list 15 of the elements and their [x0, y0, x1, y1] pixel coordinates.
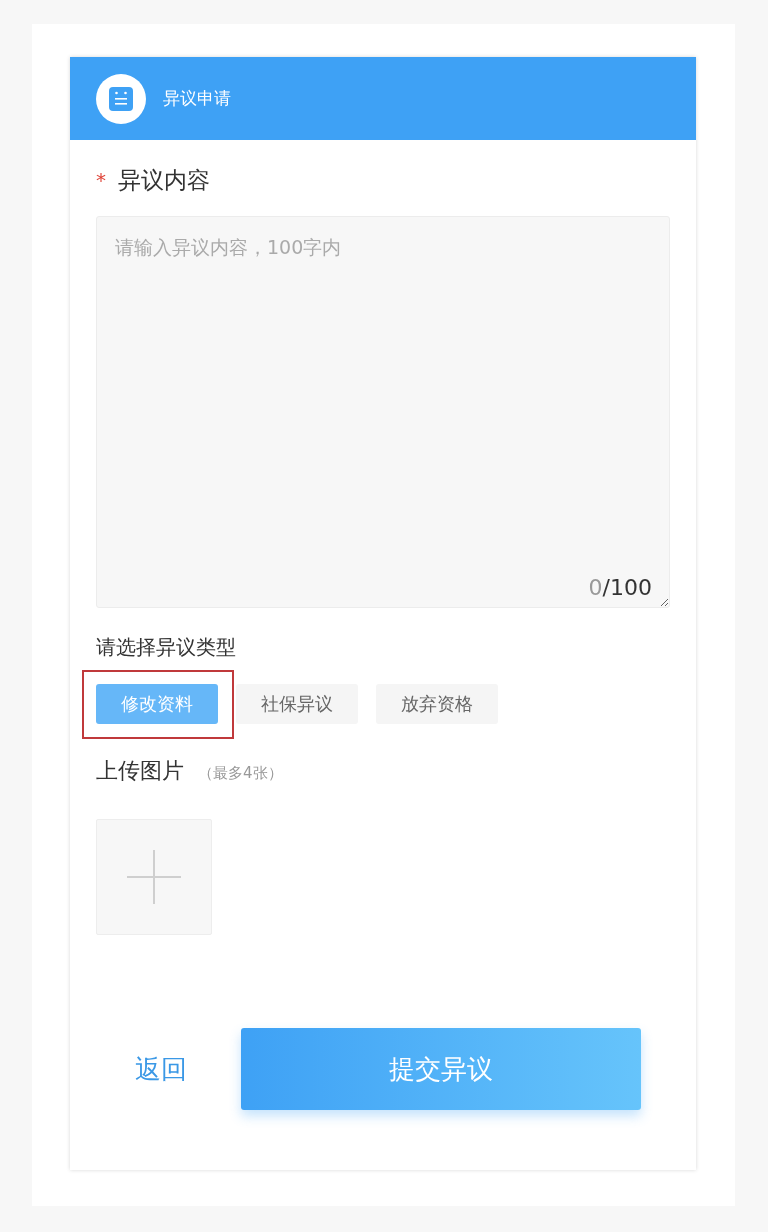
header-title: 异议申请 — [163, 87, 231, 110]
character-counter: 0/100 — [588, 574, 652, 602]
type-option[interactable]: 放弃资格 — [376, 684, 498, 724]
plus-icon — [127, 850, 181, 904]
type-option[interactable]: 社保异议 — [236, 684, 358, 724]
content-label: 异议内容 — [118, 166, 210, 195]
document-icon — [96, 73, 146, 124]
type-option[interactable]: 修改资料 — [96, 684, 218, 724]
upload-tile[interactable] — [96, 819, 212, 935]
upload-label: 上传图片 — [96, 757, 184, 785]
back-button[interactable]: 返回 — [135, 1052, 187, 1086]
upload-hint: （最多4张） — [198, 764, 283, 783]
required-mark: * — [96, 170, 106, 190]
submit-button[interactable]: 提交异议 — [241, 1028, 641, 1110]
type-label: 请选择异议类型 — [96, 635, 236, 659]
